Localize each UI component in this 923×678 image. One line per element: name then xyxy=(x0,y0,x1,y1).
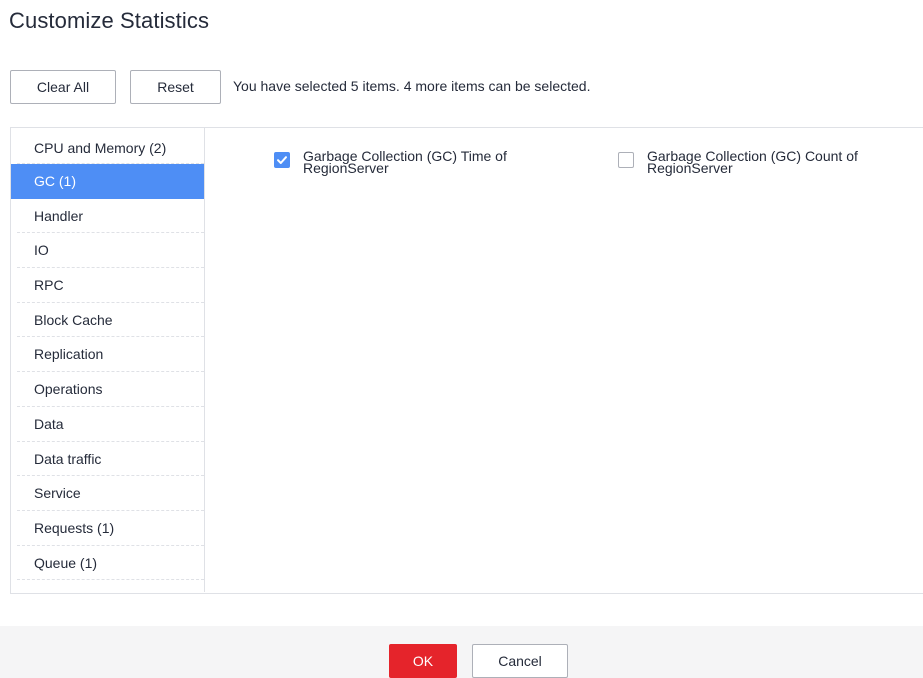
metric-label: Garbage Collection (GC) Count of RegionS… xyxy=(647,149,907,176)
category-item-requests[interactable]: Requests (1) xyxy=(11,511,204,546)
checkmark-icon xyxy=(277,156,287,164)
category-item-data[interactable]: Data xyxy=(11,407,204,442)
category-list: CPU and Memory (2) GC (1) Handler IO RPC… xyxy=(11,128,205,592)
category-item-cpu-and-memory[interactable]: CPU and Memory (2) xyxy=(11,128,204,164)
metric-gc-time[interactable]: Garbage Collection (GC) Time of RegionSe… xyxy=(274,149,563,176)
category-item-service[interactable]: Service xyxy=(11,476,204,511)
category-item-block-cache[interactable]: Block Cache xyxy=(11,303,204,338)
metric-label-line2: RegionServer xyxy=(647,160,733,176)
checkbox-checked[interactable] xyxy=(274,152,290,168)
category-item-replication[interactable]: Replication xyxy=(11,337,204,372)
category-item-rpc[interactable]: RPC xyxy=(11,268,204,303)
metric-label-line2: RegionServer xyxy=(303,160,389,176)
ok-button[interactable]: OK xyxy=(389,644,457,678)
clear-all-button[interactable]: Clear All xyxy=(10,70,116,104)
category-item-queue[interactable]: Queue (1) xyxy=(11,546,204,581)
dialog-title: Customize Statistics xyxy=(9,8,210,33)
reset-button[interactable]: Reset xyxy=(130,70,221,104)
category-item-handler[interactable]: Handler xyxy=(11,199,204,234)
selection-info-text: You have selected 5 items. 4 more items … xyxy=(233,78,591,94)
checkbox-unchecked[interactable] xyxy=(618,152,634,168)
statistics-panel: CPU and Memory (2) GC (1) Handler IO RPC… xyxy=(10,127,923,594)
metric-label: Garbage Collection (GC) Time of RegionSe… xyxy=(303,149,563,176)
category-item-data-traffic[interactable]: Data traffic xyxy=(11,442,204,477)
metric-gc-count[interactable]: Garbage Collection (GC) Count of RegionS… xyxy=(618,149,907,176)
category-item-io[interactable]: IO xyxy=(11,233,204,268)
category-item-operations[interactable]: Operations xyxy=(11,372,204,407)
dialog-footer: OK Cancel xyxy=(0,626,923,678)
category-item-gc[interactable]: GC (1) xyxy=(11,164,204,199)
cancel-button[interactable]: Cancel xyxy=(472,644,568,678)
